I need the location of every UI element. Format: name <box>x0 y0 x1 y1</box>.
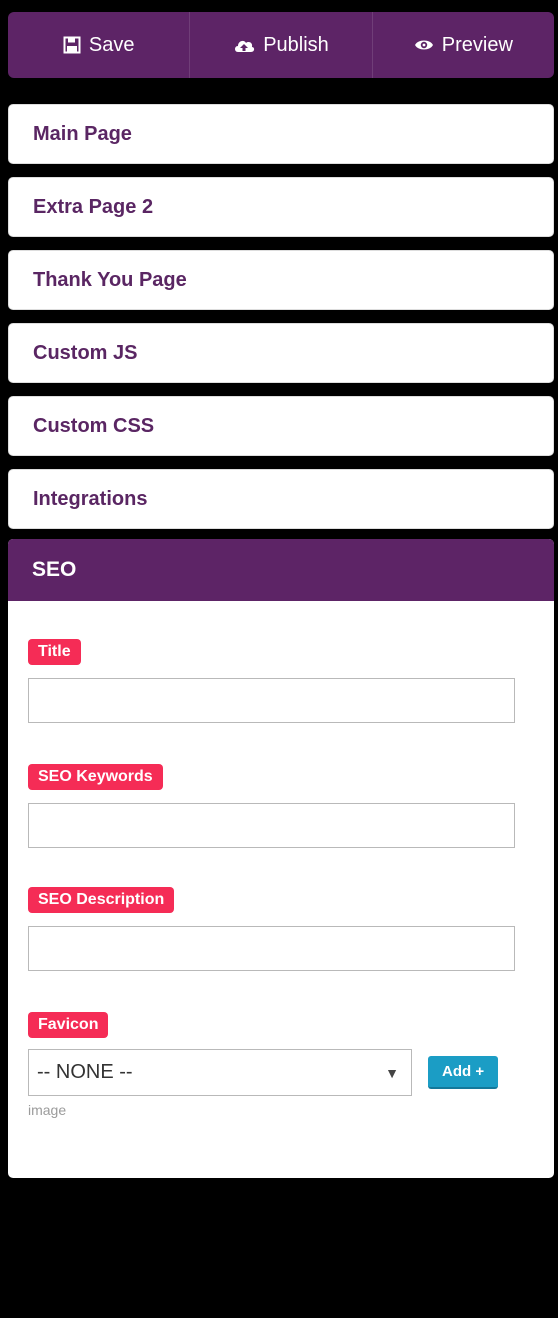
save-label: Save <box>88 33 135 56</box>
favicon-row: -- NONE -- ▼ Add + <box>28 1049 534 1096</box>
description-group: SEO Description <box>28 887 534 971</box>
app-frame: Save Publish Preview Main Page Extra Pag… <box>0 0 558 1318</box>
seo-panel-header[interactable]: SEO <box>8 539 554 601</box>
seo-keywords-input[interactable] <box>28 803 515 848</box>
keywords-group: SEO Keywords <box>28 764 534 848</box>
favicon-group: Favicon -- NONE -- ▼ Add + image <box>28 1012 534 1118</box>
preview-label: Preview <box>441 33 513 56</box>
preview-button[interactable]: Preview <box>373 12 554 78</box>
seo-description-input[interactable] <box>28 926 515 971</box>
page-nav: Main Page Extra Page 2 Thank You Page Cu… <box>8 104 554 529</box>
seo-keywords-label: SEO Keywords <box>28 764 163 790</box>
nav-item-custom-css[interactable]: Custom CSS <box>8 396 554 456</box>
nav-item-integrations[interactable]: Integrations <box>8 469 554 529</box>
seo-panel: SEO Title SEO Keywords SEO Description F… <box>8 539 554 1178</box>
favicon-select[interactable]: -- NONE -- ▼ <box>28 1049 412 1096</box>
favicon-select-value: -- NONE -- <box>37 1061 133 1083</box>
sidebar-panel: Save Publish Preview Main Page Extra Pag… <box>8 12 554 1178</box>
seo-description-label: SEO Description <box>28 887 175 913</box>
seo-panel-body: Title SEO Keywords SEO Description Favic… <box>8 601 554 1178</box>
title-group: Title <box>28 639 534 723</box>
title-label: Title <box>28 639 81 665</box>
nav-item-main-page[interactable]: Main Page <box>8 104 554 164</box>
publish-button[interactable]: Publish <box>190 12 373 78</box>
floppy-disk-icon <box>63 36 81 54</box>
title-input[interactable] <box>28 678 515 723</box>
favicon-hint: image <box>28 1102 67 1118</box>
nav-item-custom-js[interactable]: Custom JS <box>8 323 554 383</box>
nav-item-extra-page-2[interactable]: Extra Page 2 <box>8 177 554 237</box>
add-favicon-button[interactable]: Add + <box>428 1056 499 1089</box>
eye-icon <box>414 40 433 50</box>
favicon-label: Favicon <box>28 1012 109 1038</box>
cloud-upload-icon <box>235 40 255 52</box>
caret-down-icon: ▼ <box>385 1064 399 1081</box>
nav-item-thank-you-page[interactable]: Thank You Page <box>8 250 554 310</box>
save-button[interactable]: Save <box>8 12 191 78</box>
publish-label: Publish <box>263 33 329 56</box>
toolbar: Save Publish Preview <box>8 12 554 78</box>
